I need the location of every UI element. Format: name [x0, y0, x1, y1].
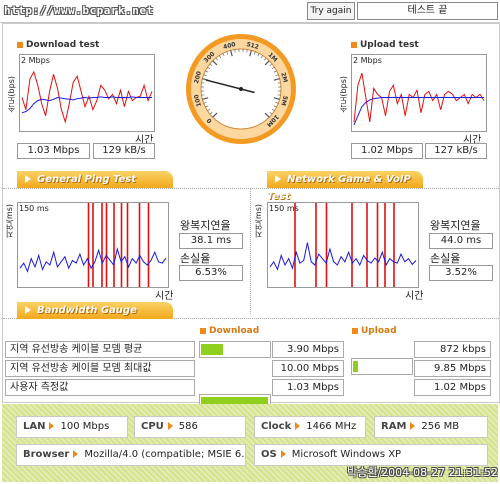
divider-1 [3, 188, 499, 189]
upload-gauge-value: 9.85 Mbps [414, 360, 491, 377]
os-value: Microsoft Windows XP [291, 449, 402, 460]
main-panel: Download test 속도(bps) 2 Mbps 시간 1.03 Mbp… [2, 23, 500, 481]
ping-chart-plot [19, 203, 167, 287]
download-gauge-value: 3.90 Mbps [272, 341, 344, 358]
game-rtt-label: 왕복지연율 [430, 219, 481, 232]
game-loss-value: 3.52% [429, 265, 493, 281]
ping-rtt-value: 38.1 ms [179, 233, 243, 249]
download-y-axis-label: 속도(bps) [7, 76, 16, 113]
os-arrow-icon [280, 450, 286, 458]
upload-header-marker-icon [352, 327, 358, 334]
ram-info: RAM 256 MB [374, 416, 488, 438]
download-marker-icon [17, 41, 23, 48]
ping-loss-value: 6.53% [179, 265, 243, 281]
download-gauge-bar [199, 341, 271, 358]
upload-marker-icon [351, 41, 357, 48]
test-status-field: 테스트 끝 [357, 2, 498, 20]
ram-value: 256 MB [421, 421, 460, 432]
clock-info: Clock 1466 MHz [254, 416, 366, 438]
bandwidth-row-label: 사용자 측정값 [5, 379, 195, 396]
download-gauge-fill [201, 344, 223, 355]
cpu-arrow-icon [167, 422, 173, 430]
game-x-axis-label: 시간 [405, 291, 424, 302]
ping-rtt-label: 왕복지연율 [180, 219, 231, 232]
game-rtt-value: 44.0 ms [429, 233, 493, 249]
download-title: Download test [17, 40, 99, 50]
lan-value: 100 Mbps [60, 421, 110, 432]
download-header-marker-icon [200, 327, 206, 334]
tab-network-game-voip-test[interactable]: Network Game & VoIP Test [267, 171, 423, 202]
upload-gauge-value: 872 kbps [414, 341, 491, 358]
tab-bandwidth-gauge[interactable]: Bandwidth Gauge [17, 302, 173, 319]
tab-arrow-icon [25, 306, 31, 314]
ping-x-axis-label: 시간 [155, 291, 174, 302]
clock-arrow-icon [295, 422, 301, 430]
blue-series-line [21, 96, 152, 114]
upload-gauge-value: 1.02 Mbps [414, 379, 491, 396]
ping-y-axis-label: 지연(ms) [5, 204, 14, 239]
upload-mbps-value: 1.02 Mbps [351, 143, 423, 159]
vertical-divider [250, 189, 251, 314]
ram-arrow-icon [410, 422, 416, 430]
browser-arrow-icon [73, 450, 79, 458]
bandwidth-upload-header: Upload [352, 326, 397, 336]
clock-value: 1466 MHz [306, 421, 357, 432]
ping-chart: 150 ms [17, 202, 169, 288]
cpu-info: CPU 586 [134, 416, 246, 438]
game-loss-label: 손실율 [430, 252, 461, 265]
site-url[interactable]: http://www.bcpark.net [4, 4, 154, 17]
os-info: OS Microsoft Windows XP [254, 444, 488, 466]
ping-loss-label: 손실율 [180, 252, 211, 265]
download-chart-plot [21, 70, 153, 124]
upload-gauge-fill [353, 361, 358, 372]
cpu-value: 586 [178, 421, 198, 432]
upload-gauge-bar [351, 358, 413, 375]
download-gauge-value: 1.03 Mbps [272, 379, 344, 396]
browser-value: Mozilla/4.0 (compatible; MSIE 6.0 [84, 449, 246, 460]
download-kbs-value: 129 kB/s [93, 143, 155, 159]
speed-gauge: 0100200300400 5121M2M5M10M [186, 34, 296, 144]
tab-arrow-icon [25, 175, 31, 183]
browser-info: Browser Mozilla/4.0 (compatible; MSIE 6.0 [16, 444, 246, 466]
upload-chart: 2 Mbps [351, 54, 487, 132]
tab-general-ping-test[interactable]: General Ping Test [17, 171, 173, 188]
game-chart: 150 ms [267, 202, 419, 288]
upload-title: Upload test [351, 40, 419, 50]
game-y-axis-label: 지연(ms) [254, 204, 263, 239]
user-timestamp: 박승환/2004-08-27 21:31:52 [347, 466, 498, 479]
bandwidth-download-header: Download [200, 326, 259, 336]
try-again-button[interactable]: Try again [307, 2, 355, 20]
download-chart: 2 Mbps [19, 54, 155, 132]
game-chart-plot [269, 203, 417, 287]
tab-arrow-icon [275, 175, 281, 183]
bandwidth-row-label: 지역 유선방송 케이블 모뎀 최대값 [5, 360, 195, 377]
upload-y-axis-label: 속도(bps) [339, 76, 348, 113]
upload-kbs-value: 127 kB/s [425, 143, 487, 159]
lan-info: LAN 100 Mbps [16, 416, 128, 438]
lan-arrow-icon [49, 422, 55, 430]
bandwidth-row-label: 지역 유선방송 케이블 모뎀 평균 [5, 341, 195, 358]
upload-chart-plot [353, 72, 485, 126]
download-mbps-value: 1.03 Mbps [17, 143, 90, 159]
download-gauge-value: 10.00 Mbps [272, 360, 344, 377]
